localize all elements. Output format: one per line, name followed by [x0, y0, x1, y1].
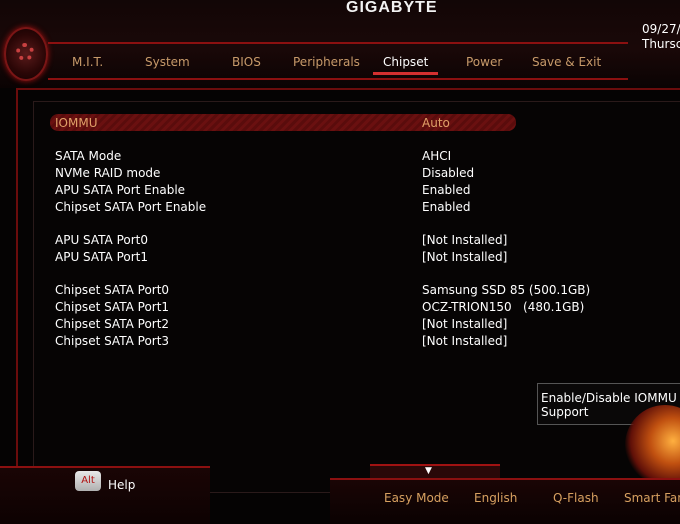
- date-line-2: Thursc: [642, 37, 680, 51]
- chipset-sata-port1-value: OCZ-TRION150 (480.1GB): [422, 300, 585, 314]
- chipset-sata-port3-value: [Not Installed]: [422, 334, 508, 348]
- apu-sata-port0-value: [Not Installed]: [422, 233, 508, 247]
- q-flash-button[interactable]: Q-Flash: [553, 491, 599, 505]
- brand-logo: GIGABYTE: [346, 0, 438, 16]
- setting-apu-sata-enable-value[interactable]: Enabled: [422, 183, 471, 197]
- setting-apu-sata-enable-label[interactable]: APU SATA Port Enable: [55, 183, 185, 197]
- setting-chipset-sata-enable-value[interactable]: Enabled: [422, 200, 471, 214]
- setting-sata-mode-value[interactable]: AHCI: [422, 149, 451, 163]
- help-button[interactable]: Help: [108, 478, 135, 492]
- chevron-down-icon[interactable]: ▼: [425, 466, 432, 476]
- settings-panel: [33, 101, 680, 493]
- tab-mit[interactable]: M.I.T.: [72, 55, 103, 69]
- tab-peripherals[interactable]: Peripherals: [293, 55, 360, 69]
- date-line-1: 09/27/: [642, 22, 680, 36]
- chipset-sata-port0-label: Chipset SATA Port0: [55, 283, 170, 297]
- apu-sata-port0-label: APU SATA Port0: [55, 233, 149, 247]
- apu-sata-port1-value: [Not Installed]: [422, 250, 508, 264]
- footer-left: [0, 466, 210, 524]
- easy-mode-button[interactable]: Easy Mode: [384, 491, 449, 505]
- chipset-sata-port1-label: Chipset SATA Port1: [55, 300, 170, 314]
- tab-bios[interactable]: BIOS: [232, 55, 261, 69]
- setting-nvme-raid-value[interactable]: Disabled: [422, 166, 474, 180]
- active-tab-indicator: [373, 72, 438, 75]
- chipset-sata-port2-value: [Not Installed]: [422, 317, 508, 331]
- alt-key-icon: Alt: [75, 471, 101, 491]
- setting-nvme-raid-label[interactable]: NVMe RAID mode: [55, 166, 160, 180]
- apu-sata-port1-label: APU SATA Port1: [55, 250, 149, 264]
- tab-save-exit[interactable]: Save & Exit: [532, 55, 601, 69]
- chipset-sata-port2-label: Chipset SATA Port2: [55, 317, 170, 331]
- smart-fan-button[interactable]: Smart Fan: [624, 491, 680, 505]
- chipset-sata-port3-label: Chipset SATA Port3: [55, 334, 170, 348]
- setting-chipset-sata-enable-label[interactable]: Chipset SATA Port Enable: [55, 200, 206, 214]
- tab-chipset[interactable]: Chipset: [383, 55, 428, 69]
- setting-iommu-value[interactable]: Auto: [422, 116, 450, 130]
- tab-power[interactable]: Power: [466, 55, 502, 69]
- setting-iommu-label[interactable]: IOMMU: [55, 116, 97, 130]
- date-display: 09/27/ Thursc: [642, 22, 680, 52]
- tab-system[interactable]: System: [145, 55, 190, 69]
- english-button[interactable]: English: [474, 491, 517, 505]
- settings-gear-icon[interactable]: [4, 27, 48, 81]
- setting-sata-mode-label[interactable]: SATA Mode: [55, 149, 121, 163]
- chipset-sata-port0-value: Samsung SSD 85 (500.1GB): [422, 283, 591, 297]
